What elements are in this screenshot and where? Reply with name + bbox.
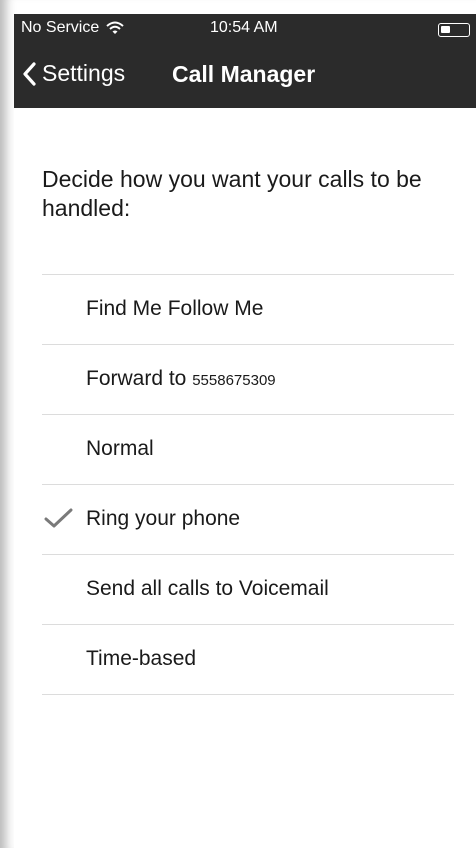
nav-bar: Settings Call Manager [14,44,476,108]
checkmark-icon [44,507,74,529]
forward-label: Forward to [86,367,187,390]
carrier-label: No Service [21,19,100,36]
option-label: Send all calls to Voicemail [86,577,329,600]
option-label: Time-based [86,647,197,670]
option-label: Ring your phone [86,507,241,530]
status-bar: No Service 10:54 AM [14,14,476,44]
option-forward-to[interactable]: Forward to 5558675309 [42,345,454,415]
status-left: No Service [21,19,124,37]
chevron-left-icon [22,61,36,86]
option-find-me-follow-me[interactable]: Find Me Follow Me [42,275,454,345]
forward-number: 5558675309 [192,372,276,389]
option-label: Forward to 5558675309 [86,367,276,391]
back-label: Settings [42,60,126,86]
battery-icon [438,23,470,37]
call-handling-options: Find Me Follow Me Forward to 5558675309 … [42,274,454,695]
option-label: Normal [86,437,154,460]
wifi-icon [106,21,124,35]
back-button[interactable]: Settings [22,60,125,87]
option-time-based[interactable]: Time-based [42,625,454,695]
option-ring-your-phone[interactable]: Ring your phone [42,485,454,555]
option-label: Find Me Follow Me [86,297,264,320]
top-bar: No Service 10:54 AM Settings Call Manage… [14,14,476,108]
status-time: 10:54 AM [210,19,278,36]
option-send-to-voicemail[interactable]: Send all calls to Voicemail [42,555,454,625]
instruction-text: Decide how you want your calls to be han… [42,166,422,221]
page-title: Call Manager [172,61,316,87]
battery-level [441,26,450,33]
app-screen: No Service 10:54 AM Settings Call Manage… [0,0,476,848]
option-normal[interactable]: Normal [42,415,454,485]
main-content: Decide how you want your calls to be han… [14,108,476,848]
